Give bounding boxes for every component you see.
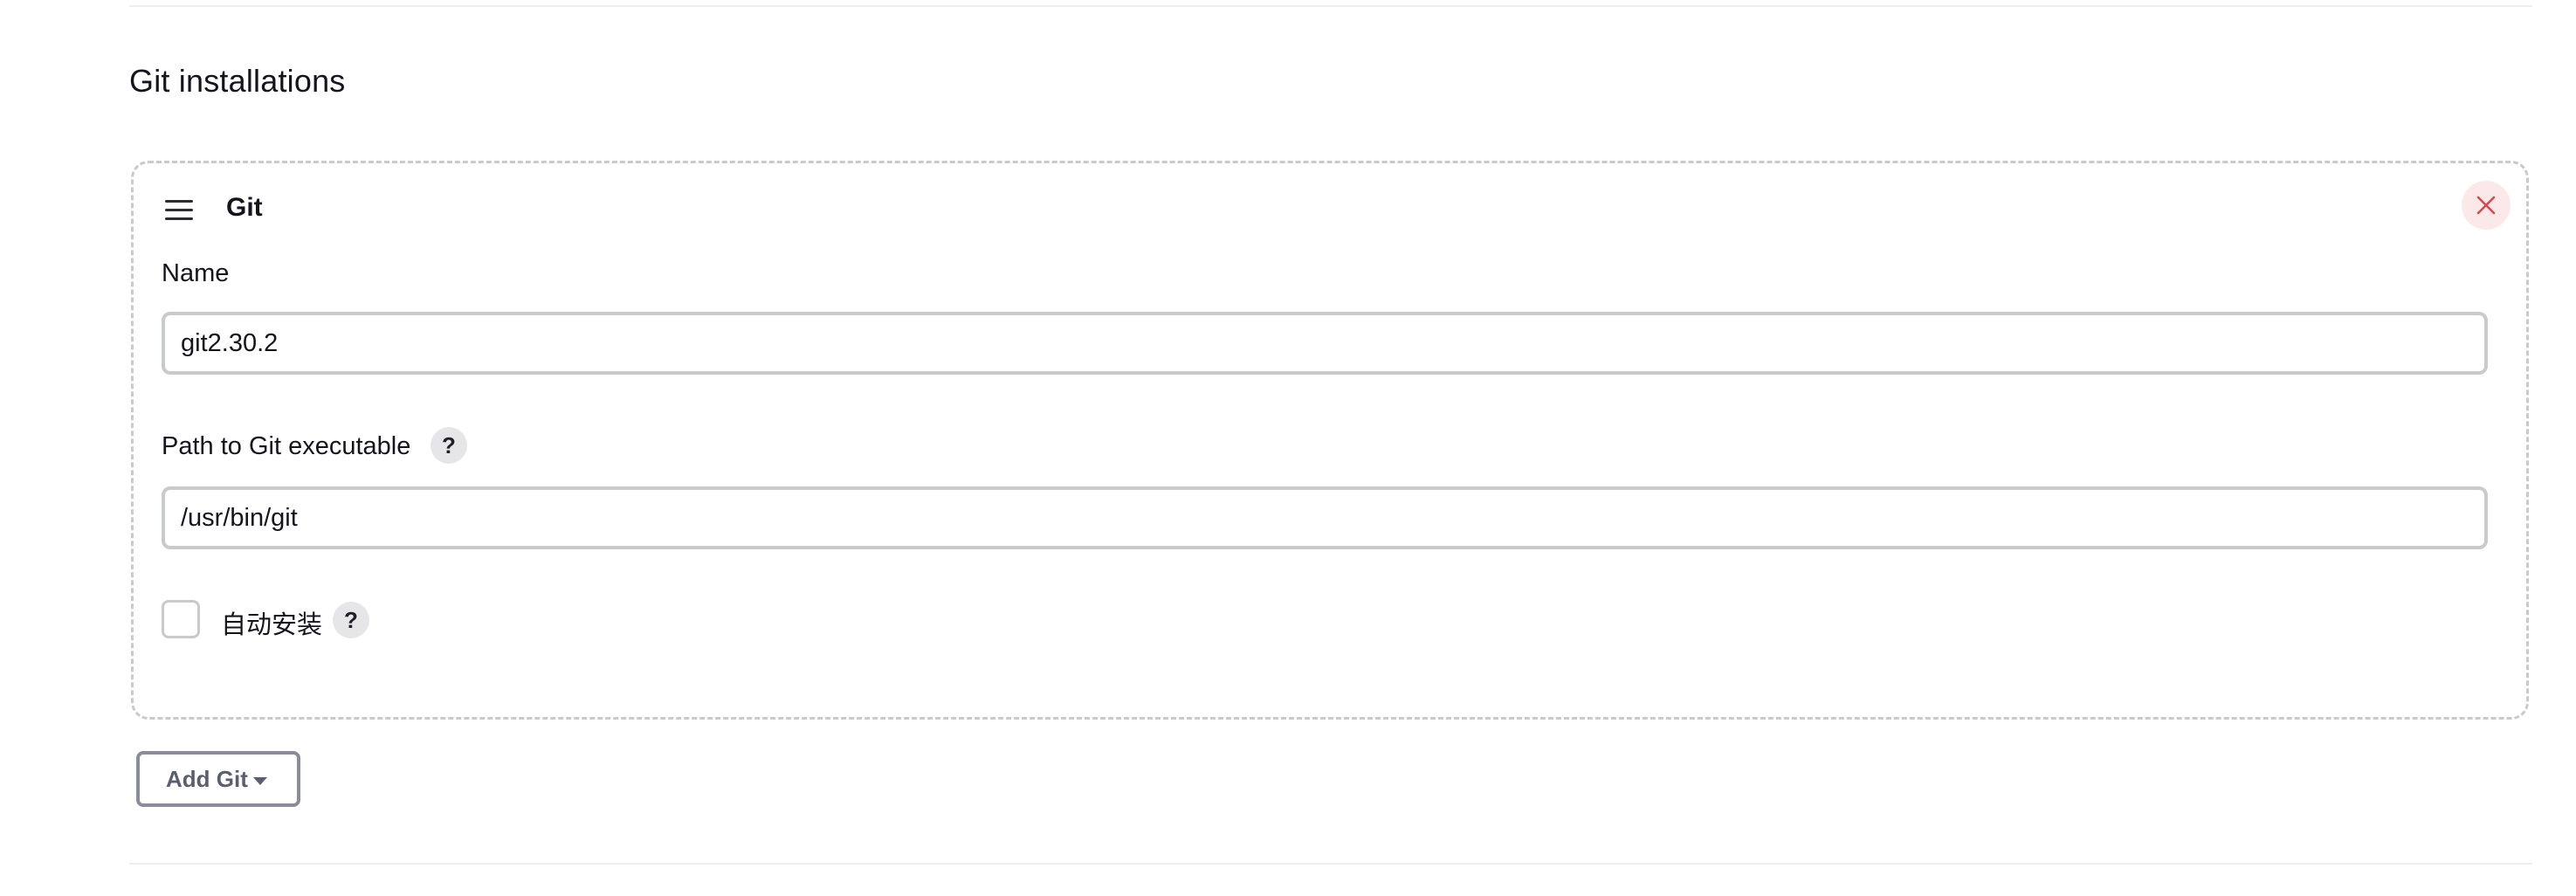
auto-install-label[interactable]: 自动安装 <box>221 604 322 641</box>
section-title: Git installations <box>129 63 346 99</box>
close-icon <box>2476 196 2496 215</box>
add-git-button[interactable]: Add Git <box>136 751 300 807</box>
name-input[interactable] <box>162 312 2488 375</box>
drag-handle-icon[interactable] <box>165 200 193 221</box>
path-help-icon[interactable]: ? <box>430 427 467 464</box>
auto-install-help-icon[interactable]: ? <box>333 602 369 638</box>
top-divider <box>129 5 2532 7</box>
caret-down-icon <box>253 777 267 785</box>
auto-install-checkbox[interactable] <box>162 600 200 638</box>
installation-title: Git <box>226 193 263 222</box>
path-label: Path to Git executable <box>162 432 411 460</box>
name-label: Name <box>162 259 230 287</box>
git-installation-card: Git Name Path to Git executable ? 自动安装 ? <box>131 161 2529 720</box>
add-git-label: Add Git <box>166 765 248 792</box>
path-input[interactable] <box>162 486 2488 549</box>
bottom-divider <box>129 863 2532 865</box>
delete-installation-button[interactable] <box>2462 181 2511 230</box>
